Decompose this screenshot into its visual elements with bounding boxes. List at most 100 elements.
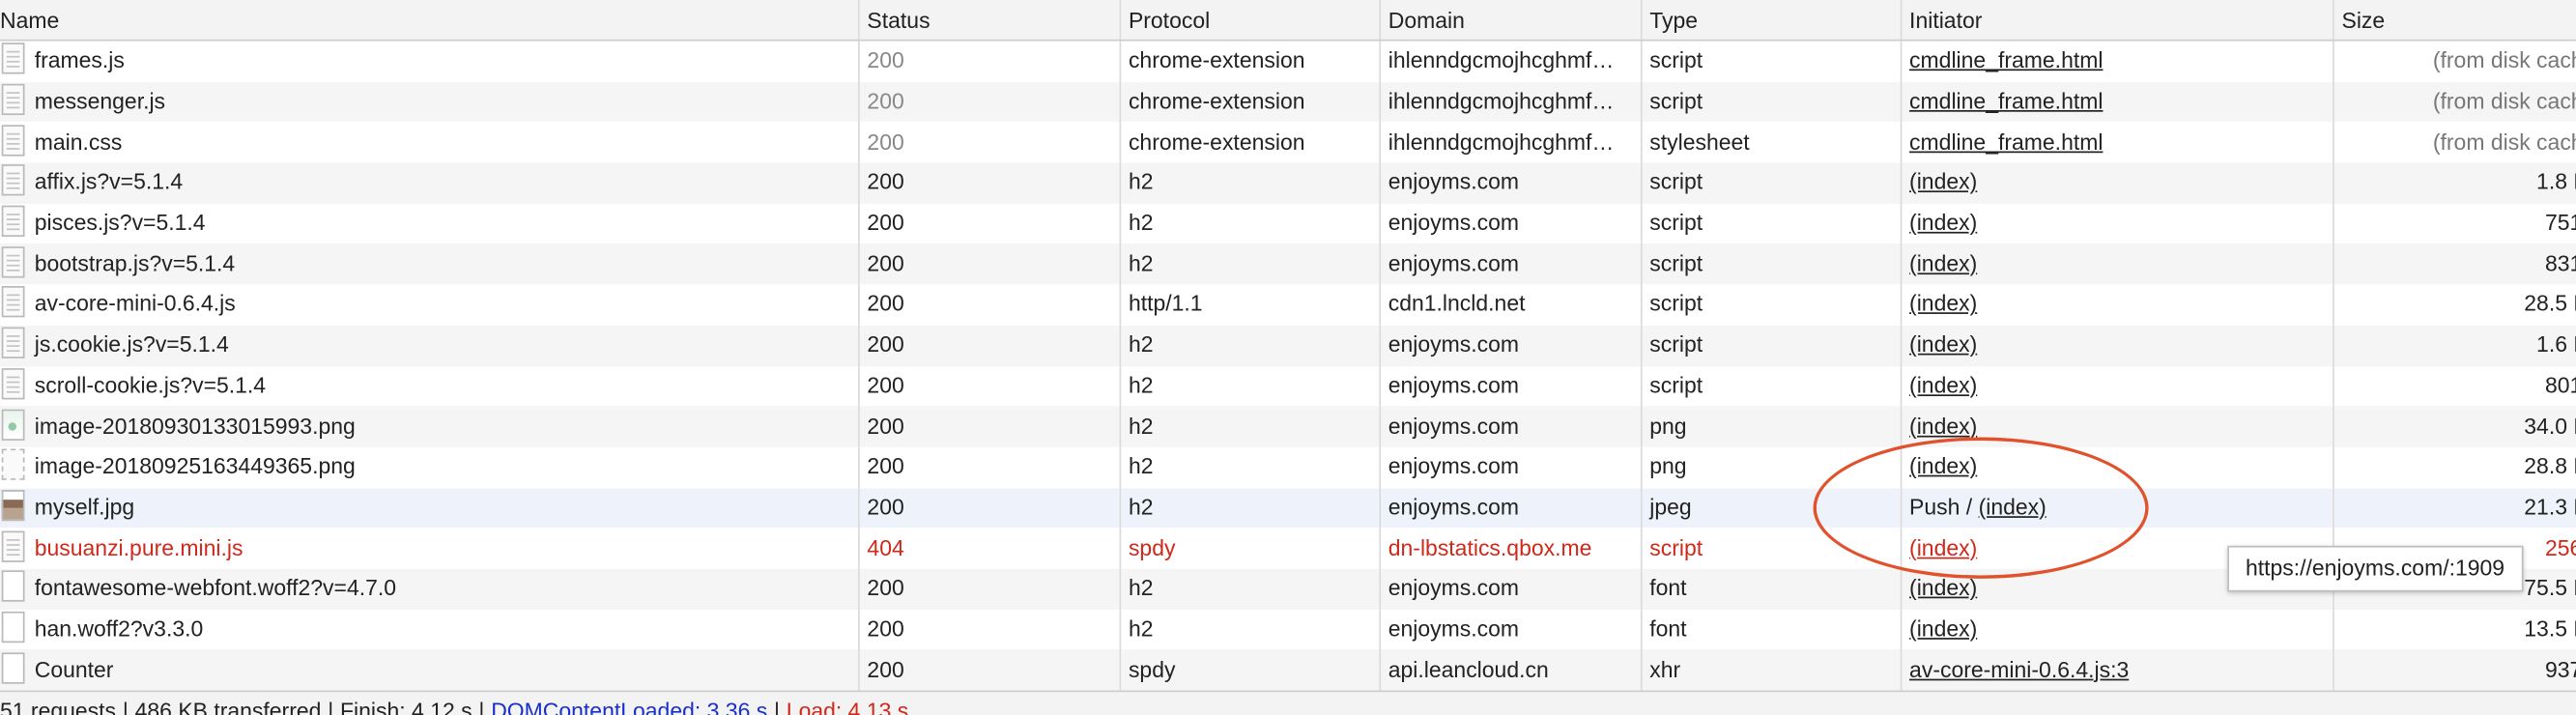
request-initiator-cell: cmdline_frame.html — [1900, 40, 2333, 82]
initiator-link[interactable]: (index) — [1979, 495, 2046, 520]
initiator-link[interactable]: (index) — [1909, 535, 1977, 560]
request-type: jpeg — [1640, 487, 1902, 529]
request-name-cell[interactable]: Counter — [0, 649, 859, 691]
request-name-cell[interactable]: fontawesome-webfont.woff2?v=4.7.0 — [0, 568, 859, 610]
table-row[interactable]: Counter 200 spdy api.leancloud.cn xhr av-core… — [0, 649, 2576, 691]
table-row[interactable]: image-20180930133015993.png 200 h2 enjoyms.… — [0, 406, 2576, 447]
initiator-link[interactable]: (index) — [1909, 170, 1977, 195]
initiator-link[interactable]: (index) — [1909, 251, 1977, 276]
request-name-cell[interactable]: affix.js?v=5.1.4 — [0, 162, 859, 204]
request-status: 200 — [858, 203, 1121, 244]
request-status: 200 — [858, 122, 1121, 163]
initiator-link[interactable]: (index) — [1909, 373, 1977, 398]
request-size: 28.5 KB — [2333, 284, 2576, 326]
request-size: 831 B — [2333, 243, 2576, 285]
request-domain: enjoyms.com — [1379, 243, 1642, 285]
request-type: script — [1640, 162, 1902, 204]
request-type: stylesheet — [1640, 122, 1902, 163]
request-name: messenger.js — [34, 88, 166, 114]
initiator-link[interactable]: (index) — [1909, 576, 1977, 601]
request-size: (from disk cache) — [2333, 122, 2576, 163]
request-name-cell[interactable]: image-20180930133015993.png — [0, 406, 859, 447]
table-body: frames.js 200 chrome-extension ihlenndgcmoj… — [0, 40, 2576, 691]
table-row[interactable]: av-core-mini-0.6.4.js 200 http/1.1 cdn1.lnc… — [0, 284, 2576, 326]
initiator-prefix: Push / — [1909, 494, 1979, 520]
initiator-link[interactable]: (index) — [1909, 414, 1977, 439]
request-domain: cdn1.lncld.net — [1379, 284, 1642, 326]
request-name: image-20180930133015993.png — [34, 413, 356, 439]
table-row[interactable]: frames.js 200 chrome-extension ihlenndgcmoj… — [0, 40, 2576, 82]
initiator-link[interactable]: (index) — [1909, 332, 1977, 358]
initiator-link[interactable]: (index) — [1909, 616, 1977, 642]
table-row[interactable]: scroll-cookie.js?v=5.1.4 200 h2 enjoyms.com… — [0, 365, 2576, 407]
request-protocol: h2 — [1119, 568, 1381, 610]
document-icon — [1, 205, 25, 238]
request-size: (from disk cache) — [2333, 81, 2576, 123]
request-protocol: h2 — [1119, 203, 1381, 244]
request-initiator-cell: (index) — [1900, 446, 2333, 488]
column-header-initiator[interactable]: Initiator — [1900, 0, 2333, 42]
initiator-link[interactable]: cmdline_frame.html — [1909, 89, 2103, 114]
table-row[interactable]: pisces.js?v=5.1.4 200 h2 enjoyms.com script (… — [0, 203, 2576, 244]
request-size: 751 B — [2333, 203, 2576, 244]
request-name: frames.js — [34, 47, 125, 73]
initiator-link[interactable]: av-core-mini-0.6.4.js:3 — [1909, 657, 2129, 682]
request-domain: enjoyms.com — [1379, 203, 1642, 244]
initiator-link[interactable]: (index) — [1909, 454, 1977, 479]
request-name-cell[interactable]: bootstrap.js?v=5.1.4 — [0, 243, 859, 285]
request-type: xhr — [1640, 649, 1902, 691]
request-name-cell[interactable]: han.woff2?v3.3.0 — [0, 609, 859, 650]
request-initiator-cell: (index) — [1900, 284, 2333, 326]
request-size: 13.5 KB — [2333, 609, 2576, 650]
request-name-cell[interactable]: myself.jpg — [0, 487, 859, 529]
initiator-link[interactable]: cmdline_frame.html — [1909, 48, 2103, 73]
request-name-cell[interactable]: main.css — [0, 122, 859, 163]
table-row[interactable]: main.css 200 chrome-extension ihlenndgcmojh… — [0, 122, 2576, 163]
request-name-cell[interactable]: busuanzi.pure.mini.js — [0, 528, 859, 569]
request-initiator-cell: (index) — [1900, 609, 2333, 650]
request-type: script — [1640, 203, 1902, 244]
request-name: myself.jpg — [34, 494, 135, 520]
table-row[interactable]: js.cookie.js?v=5.1.4 200 h2 enjoyms.com scri… — [0, 325, 2576, 366]
column-header-domain[interactable]: Domain — [1379, 0, 1642, 42]
request-name-cell[interactable]: pisces.js?v=5.1.4 — [0, 203, 859, 244]
request-status: 200 — [858, 40, 1121, 82]
table-header: Name Status Protocol Domain Type Initiat… — [0, 0, 2576, 42]
table-row[interactable]: messenger.js 200 chrome-extension ihlenndgc… — [0, 81, 2576, 123]
request-status: 200 — [858, 365, 1121, 407]
request-name-cell[interactable]: js.cookie.js?v=5.1.4 — [0, 325, 859, 366]
table-row[interactable]: fontawesome-webfont.woff2?v=4.7.0 200 h2 en… — [0, 568, 2576, 610]
request-name-cell[interactable]: scroll-cookie.js?v=5.1.4 — [0, 365, 859, 407]
column-header-type[interactable]: Type — [1640, 0, 1902, 42]
initiator-link[interactable]: (index) — [1909, 292, 1977, 317]
request-name-cell[interactable]: messenger.js — [0, 81, 859, 123]
table-row[interactable]: busuanzi.pure.mini.js 404 spdy dn-lbstatics… — [0, 528, 2576, 569]
table-row[interactable]: han.woff2?v3.3.0 200 h2 enjoyms.com font (ind… — [0, 609, 2576, 650]
table-row[interactable]: image-20180925163449365.png 200 h2 enjoyms.… — [0, 446, 2576, 488]
request-protocol: spdy — [1119, 649, 1381, 691]
request-name-cell[interactable]: image-20180925163449365.png — [0, 446, 859, 488]
request-name-cell[interactable]: av-core-mini-0.6.4.js — [0, 284, 859, 326]
initiator-link[interactable]: cmdline_frame.html — [1909, 129, 2103, 155]
request-name-cell[interactable]: frames.js — [0, 40, 859, 82]
table-row[interactable]: bootstrap.js?v=5.1.4 200 h2 enjoyms.com scri… — [0, 243, 2576, 285]
request-size: 801 B — [2333, 365, 2576, 407]
photo-icon — [1, 489, 25, 522]
request-domain: ihlenndgcmojhcghmf… — [1379, 81, 1642, 123]
initiator-link[interactable]: (index) — [1909, 211, 1977, 236]
font-file-icon — [1, 611, 25, 644]
request-status: 200 — [858, 446, 1121, 488]
request-status: 200 — [858, 162, 1121, 204]
table-row[interactable]: affix.js?v=5.1.4 200 h2 enjoyms.com script (i… — [0, 162, 2576, 204]
column-header-protocol[interactable]: Protocol — [1119, 0, 1381, 42]
request-domain: enjoyms.com — [1379, 609, 1642, 650]
column-header-status[interactable]: Status — [858, 0, 1121, 42]
request-name: main.css — [34, 129, 123, 155]
request-count: 51 requests — [0, 699, 117, 715]
document-icon — [1, 245, 25, 278]
table-row[interactable]: myself.jpg 200 h2 enjoyms.com jpeg Push / (in… — [0, 487, 2576, 529]
column-header-size[interactable]: Size — [2333, 0, 2576, 42]
document-icon — [1, 529, 25, 562]
request-size: 1.6 KB — [2333, 325, 2576, 366]
column-header-name[interactable]: Name — [0, 0, 859, 42]
